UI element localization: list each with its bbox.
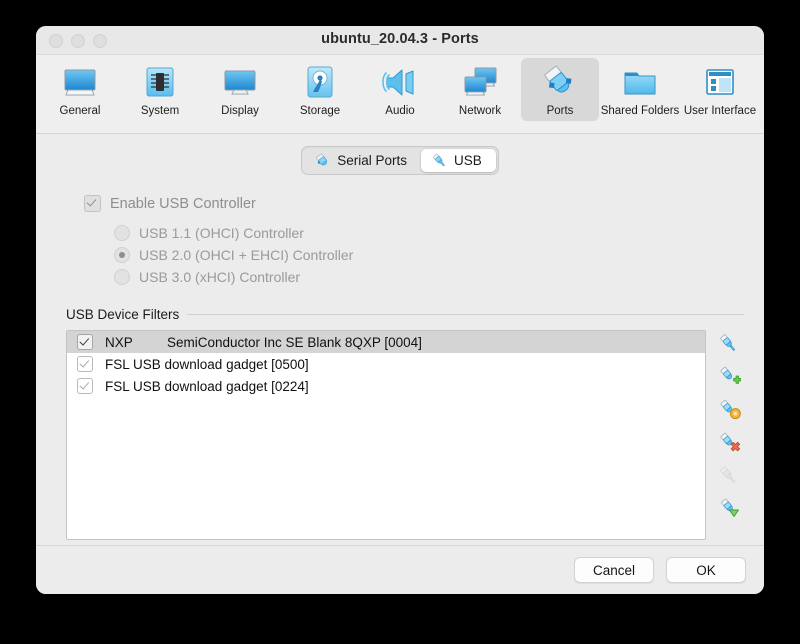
toolbar-item-user-interface-label: User Interface — [683, 105, 757, 117]
user-interface-icon — [700, 62, 740, 102]
toolbar-item-display-label: Display — [221, 105, 259, 117]
filter-name: SemiConductor Inc SE Blank 8QXP [0004] — [167, 334, 422, 350]
toolbar-item-network[interactable]: Network — [441, 58, 519, 121]
dialog-footer: Cancel OK — [36, 545, 764, 594]
toolbar-item-storage[interactable]: Storage — [281, 58, 359, 121]
table-row[interactable]: FSL USB download gadget [0500] — [67, 353, 705, 375]
usb-controller-radio-group: USB 1.1 (OHCI) Controller USB 2.0 (OHCI … — [56, 225, 744, 285]
toolbar-item-shared-folders[interactable]: Shared Folders — [601, 58, 679, 121]
ports-tabbar: Serial Ports USB — [56, 134, 744, 175]
filter-enabled-checkbox[interactable] — [77, 334, 93, 350]
remove-filter-button[interactable] — [717, 431, 741, 455]
filter-enabled-checkbox[interactable] — [77, 356, 93, 372]
usb-filter-actions — [714, 330, 744, 521]
usb-3-0-label: USB 3.0 (xHCI) Controller — [139, 269, 301, 285]
screenshot-root: ubuntu_20.04.3 - Ports General System Di… — [0, 0, 800, 644]
usb-device-filters-header: USB Device Filters — [66, 307, 744, 322]
display-icon — [220, 62, 260, 102]
usb-2-0-label: USB 2.0 (OHCI + EHCI) Controller — [139, 247, 354, 263]
filter-enabled-checkbox[interactable] — [77, 378, 93, 394]
settings-content: Serial Ports USB Enable USB Controller U… — [36, 134, 764, 545]
toolbar-item-display[interactable]: Display — [201, 58, 279, 121]
toolbar-item-ports[interactable]: Ports — [521, 58, 599, 121]
settings-window: ubuntu_20.04.3 - Ports General System Di… — [36, 26, 764, 594]
usb-controller-options: Enable USB Controller USB 1.1 (OHCI) Con… — [56, 195, 744, 285]
usb-filters-area: NXP SemiConductor Inc SE Blank 8QXP [000… — [66, 330, 744, 540]
usb-device-filters-group: USB Device Filters NXP SemiConductor Inc… — [56, 307, 744, 540]
enable-usb-controller-label: Enable USB Controller — [110, 195, 256, 212]
tab-serial-ports-label: Serial Ports — [337, 153, 407, 168]
table-row[interactable]: NXP SemiConductor Inc SE Blank 8QXP [000… — [67, 331, 705, 353]
toolbar-item-user-interface[interactable]: User Interface — [681, 58, 759, 121]
tab-serial-ports[interactable]: Serial Ports — [304, 149, 421, 172]
add-filter-from-device-button[interactable] — [717, 365, 742, 389]
group-separator — [187, 314, 744, 315]
system-icon — [140, 62, 180, 102]
serial-ports-icon — [314, 152, 331, 169]
usb-1-1-label: USB 1.1 (OHCI) Controller — [139, 225, 304, 241]
toolbar-item-audio[interactable]: Audio — [361, 58, 439, 121]
toolbar-item-audio-label: Audio — [385, 105, 415, 117]
toolbar-item-general-label: General — [59, 105, 101, 117]
toolbar-item-storage-label: Storage — [299, 105, 341, 117]
usb-plug-icon — [431, 152, 448, 169]
usb-filters-list[interactable]: NXP SemiConductor Inc SE Blank 8QXP [000… — [66, 330, 706, 540]
toolbar-item-network-label: Network — [458, 105, 502, 117]
window-title: ubuntu_20.04.3 - Ports — [321, 31, 479, 47]
general-icon — [60, 62, 100, 102]
filter-vendor: NXP — [105, 334, 133, 350]
usb-3-0-option[interactable]: USB 3.0 (xHCI) Controller — [114, 269, 744, 285]
tab-usb[interactable]: USB — [421, 149, 496, 172]
audio-icon — [380, 62, 420, 102]
toolbar-item-shared-folders-label: Shared Folders — [600, 105, 680, 117]
filter-name: FSL USB download gadget [0224] — [105, 378, 309, 394]
toolbar-item-system[interactable]: System — [121, 58, 199, 121]
ports-tab-segment: Serial Ports USB — [301, 146, 499, 175]
window-titlebar: ubuntu_20.04.3 - Ports — [36, 26, 764, 55]
enable-usb-controller-row[interactable]: Enable USB Controller — [56, 195, 744, 212]
edit-filter-button[interactable] — [717, 398, 741, 422]
table-row[interactable]: FSL USB download gadget [0224] — [67, 375, 705, 397]
cancel-button[interactable]: Cancel — [574, 557, 654, 583]
filter-name: FSL USB download gadget [0500] — [105, 356, 309, 372]
settings-toolbar: General System Display Storage Audio Net… — [36, 55, 764, 134]
tab-usb-label: USB — [454, 153, 482, 168]
toolbar-item-system-label: System — [140, 105, 180, 117]
usb-1-1-radio[interactable] — [114, 225, 130, 241]
ports-icon — [540, 62, 580, 102]
shared-folders-icon — [620, 62, 660, 102]
enable-usb-controller-checkbox[interactable] — [84, 195, 101, 212]
add-empty-filter-button[interactable] — [717, 332, 741, 356]
move-filter-down-button[interactable] — [717, 497, 741, 521]
network-icon — [460, 62, 500, 102]
usb-2-0-option[interactable]: USB 2.0 (OHCI + EHCI) Controller — [114, 247, 744, 263]
toolbar-item-ports-label: Ports — [546, 105, 574, 117]
usb-2-0-radio[interactable] — [114, 247, 130, 263]
usb-1-1-option[interactable]: USB 1.1 (OHCI) Controller — [114, 225, 744, 241]
ok-button[interactable]: OK — [666, 557, 746, 583]
move-filter-up-button[interactable] — [717, 464, 741, 488]
usb-device-filters-title: USB Device Filters — [66, 307, 180, 322]
toolbar-item-general[interactable]: General — [41, 58, 119, 121]
storage-icon — [300, 62, 340, 102]
usb-3-0-radio[interactable] — [114, 269, 130, 285]
